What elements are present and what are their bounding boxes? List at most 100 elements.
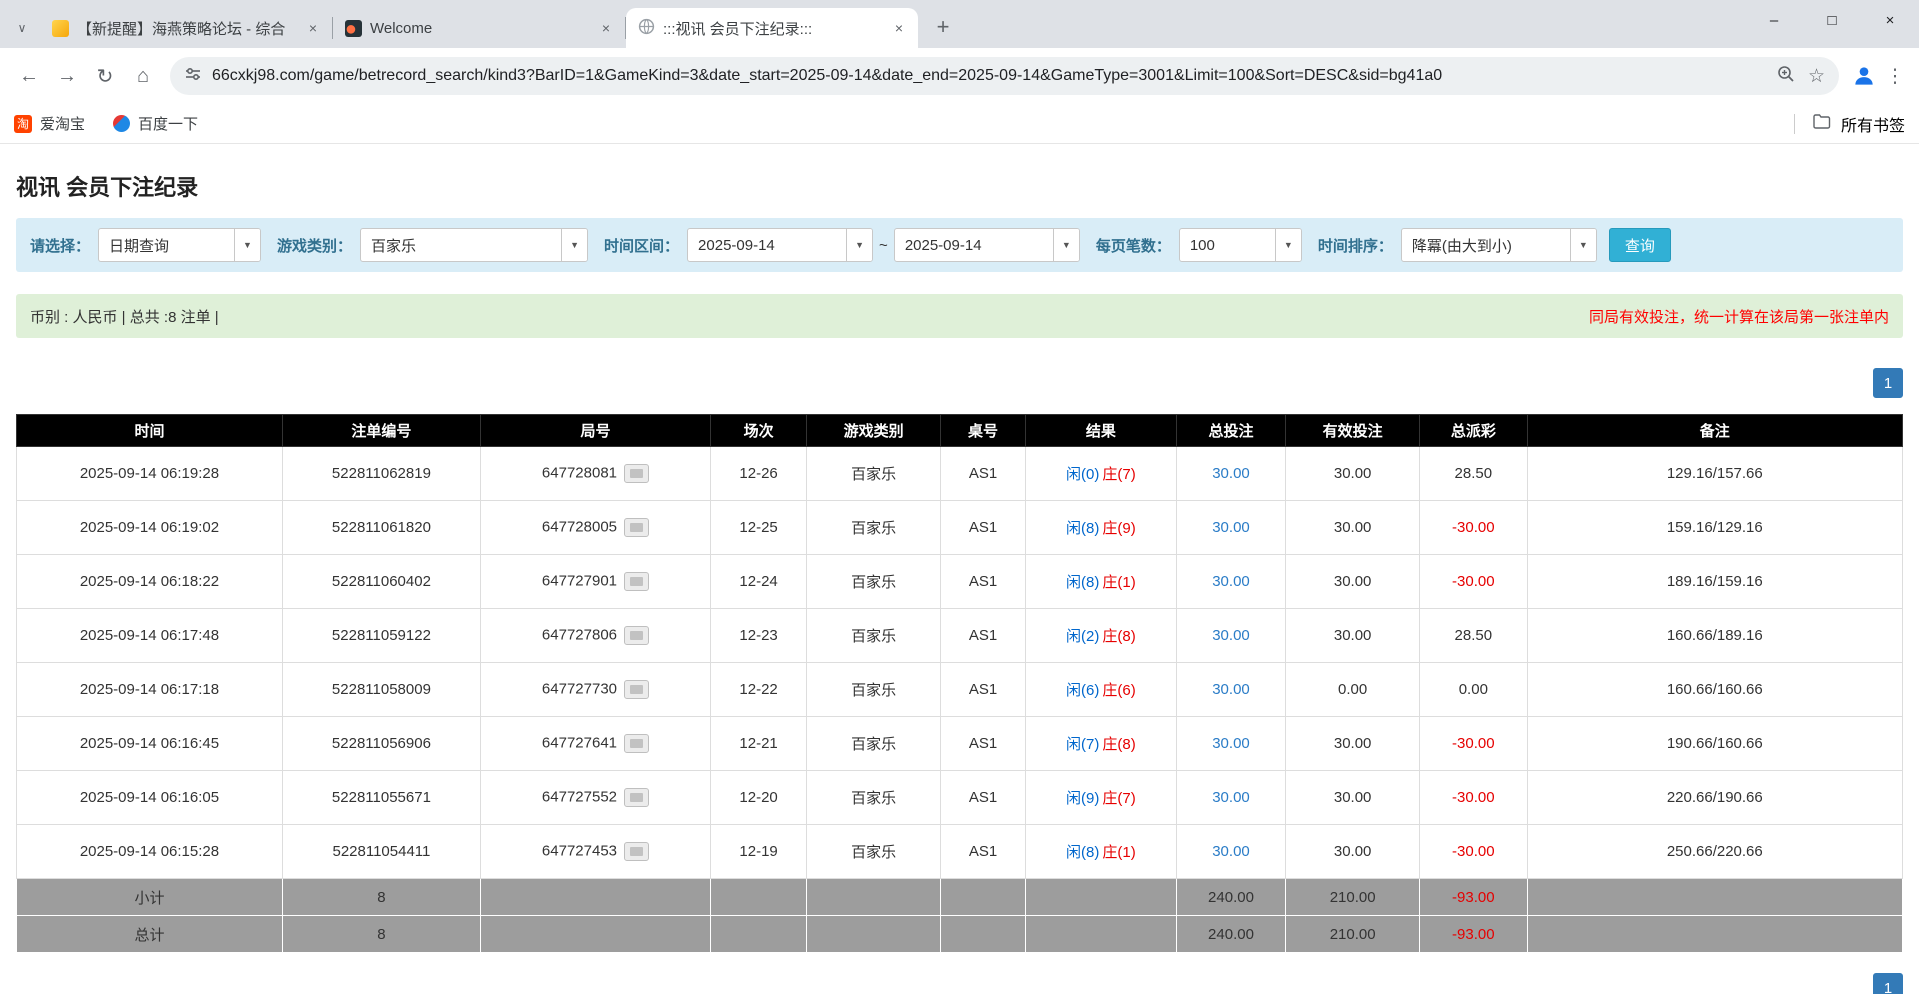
tab-close-icon[interactable]: × <box>595 17 617 39</box>
filter-bar: 请选择： 日期查询 ▼ 游戏类别： 百家乐 ▼ 时间区间： 2025-09-14… <box>16 218 1903 272</box>
cell-total-bet[interactable]: 30.00 <box>1176 825 1285 879</box>
video-replay-icon[interactable] <box>624 572 649 591</box>
subtotal-count: 8 <box>282 879 480 916</box>
sort-select[interactable]: 降冪(由大到小) ▼ <box>1401 228 1597 262</box>
cell-table-no: AS1 <box>941 663 1026 717</box>
round-number: 647728081 <box>542 464 617 481</box>
search-button[interactable]: 查询 <box>1609 228 1671 262</box>
banker-result: 庄(8) <box>1102 736 1135 753</box>
cell-payout: 0.00 <box>1420 663 1528 717</box>
url-bar[interactable]: 66cxkj98.com/game/betrecord_search/kind3… <box>170 57 1839 95</box>
cell-total-bet[interactable]: 30.00 <box>1176 447 1285 501</box>
subtotal-payout: -93.00 <box>1420 879 1528 916</box>
all-bookmarks-label: 所有书签 <box>1841 112 1905 136</box>
tab-search-icon[interactable]: ∨ <box>4 8 40 48</box>
empty-cell <box>711 879 807 916</box>
cell-table-no: AS1 <box>941 825 1026 879</box>
bookmark-baidu[interactable]: 百度一下 <box>113 113 198 134</box>
date-end-input[interactable]: 2025-09-14 ▼ <box>894 228 1080 262</box>
chevron-down-icon[interactable]: ▼ <box>846 229 872 261</box>
column-header: 桌号 <box>941 415 1026 447</box>
cell-total-bet[interactable]: 30.00 <box>1176 717 1285 771</box>
new-tab-button[interactable]: + <box>926 10 960 44</box>
round-number: 647727552 <box>542 788 617 805</box>
maximize-button[interactable]: □ <box>1803 0 1861 40</box>
chevron-down-icon[interactable]: ▼ <box>561 229 587 261</box>
video-replay-icon[interactable] <box>624 842 649 861</box>
chevron-down-icon[interactable]: ▼ <box>1053 229 1079 261</box>
zoom-icon[interactable] <box>1776 64 1796 89</box>
cell-total-bet[interactable]: 30.00 <box>1176 771 1285 825</box>
tab-close-icon[interactable]: × <box>888 17 910 39</box>
urlbar-actions: ☆ <box>1776 64 1825 89</box>
cell-note: 189.16/159.16 <box>1527 555 1902 609</box>
tab-close-icon[interactable]: × <box>302 17 324 39</box>
cell-total-bet[interactable]: 30.00 <box>1176 501 1285 555</box>
tab-bet-records[interactable]: :::视讯 会员下注纪录::: × <box>626 8 918 48</box>
column-header: 时间 <box>17 415 283 447</box>
cell-total-bet[interactable]: 30.00 <box>1176 555 1285 609</box>
cell-time: 2025-09-14 06:19:28 <box>17 447 283 501</box>
video-replay-icon[interactable] <box>624 734 649 753</box>
video-replay-icon[interactable] <box>624 626 649 645</box>
subtotal-label: 小计 <box>17 879 283 916</box>
date-start-input[interactable]: 2025-09-14 ▼ <box>687 228 873 262</box>
round-number: 647727730 <box>542 680 617 697</box>
back-icon[interactable]: ← <box>10 57 48 95</box>
query-type-select[interactable]: 日期查询 ▼ <box>98 228 261 262</box>
cell-valid-bet: 30.00 <box>1286 717 1420 771</box>
reload-icon[interactable]: ↻ <box>86 57 124 95</box>
page-1-button[interactable]: 1 <box>1873 368 1903 398</box>
folder-icon <box>1813 113 1831 134</box>
profile-icon[interactable] <box>1847 59 1881 93</box>
page-size-select[interactable]: 100 ▼ <box>1179 228 1302 262</box>
cell-bet-id: 522811059122 <box>282 609 480 663</box>
column-header: 备注 <box>1527 415 1902 447</box>
page-1-button[interactable]: 1 <box>1873 973 1903 994</box>
player-result: 闲(0) <box>1066 466 1099 483</box>
column-header: 有效投注 <box>1286 415 1420 447</box>
sort-label: 时间排序： <box>1318 235 1393 256</box>
video-replay-icon[interactable] <box>624 518 649 537</box>
bet-records-table: 时间注单编号局号场次游戏类别桌号结果总投注有效投注总派彩备注 2025-09-1… <box>16 414 1903 953</box>
bookmark-star-icon[interactable]: ☆ <box>1808 65 1825 88</box>
video-replay-icon[interactable] <box>624 680 649 699</box>
minimize-button[interactable]: – <box>1745 0 1803 40</box>
all-bookmarks-button[interactable]: 所有书签 <box>1794 112 1905 136</box>
table-row: 2025-09-14 06:19:28 522811062819 6477280… <box>17 447 1903 501</box>
bookmark-aitaobao[interactable]: 淘 爱淘宝 <box>14 113 85 134</box>
query-type-value: 日期查询 <box>99 229 234 261</box>
table-row: 2025-09-14 06:15:28 522811054411 6477274… <box>17 825 1903 879</box>
game-type-select[interactable]: 百家乐 ▼ <box>360 228 588 262</box>
home-icon[interactable]: ⌂ <box>124 57 162 95</box>
empty-cell <box>1025 916 1176 953</box>
site-settings-icon[interactable] <box>184 65 202 88</box>
forward-icon[interactable]: → <box>48 57 86 95</box>
close-button[interactable]: × <box>1861 0 1919 40</box>
cell-bet-id: 522811054411 <box>282 825 480 879</box>
tab-forum[interactable]: 【新提醒】海燕策略论坛 - 综合 × <box>40 8 332 48</box>
player-result: 闲(9) <box>1066 790 1099 807</box>
column-header: 结果 <box>1025 415 1176 447</box>
tab-welcome[interactable]: Welcome × <box>333 8 625 48</box>
page-title: 视讯 会员下注纪录 <box>16 144 1903 202</box>
chevron-down-icon[interactable]: ▼ <box>234 229 260 261</box>
player-result: 闲(8) <box>1066 844 1099 861</box>
cell-valid-bet: 30.00 <box>1286 825 1420 879</box>
url-text[interactable]: 66cxkj98.com/game/betrecord_search/kind3… <box>212 67 1766 85</box>
cell-game-type: 百家乐 <box>807 447 941 501</box>
cell-note: 159.16/129.16 <box>1527 501 1902 555</box>
banker-result: 庄(1) <box>1102 574 1135 591</box>
bookmark-label: 爱淘宝 <box>40 113 85 134</box>
video-replay-icon[interactable] <box>624 464 649 483</box>
chevron-down-icon[interactable]: ▼ <box>1275 229 1301 261</box>
total-total-bet: 240.00 <box>1176 916 1285 953</box>
cell-result: 闲(8)庄(1) <box>1025 825 1176 879</box>
empty-cell <box>807 879 941 916</box>
video-replay-icon[interactable] <box>624 788 649 807</box>
chevron-down-icon[interactable]: ▼ <box>1570 229 1596 261</box>
cell-total-bet[interactable]: 30.00 <box>1176 663 1285 717</box>
empty-cell <box>941 879 1026 916</box>
menu-kebab-icon[interactable]: ⋮ <box>1881 65 1909 88</box>
cell-total-bet[interactable]: 30.00 <box>1176 609 1285 663</box>
